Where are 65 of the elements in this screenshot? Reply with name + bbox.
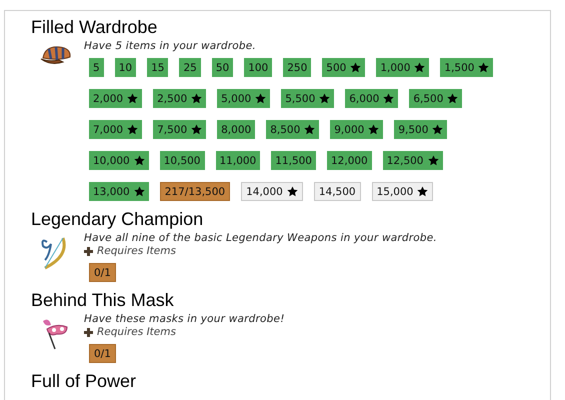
tier-badge: 12,000 <box>327 151 372 170</box>
star-icon <box>428 155 438 166</box>
star-icon <box>304 124 316 135</box>
tier-badge: 5,500 <box>281 89 334 108</box>
tier-badge: 8,000 <box>217 120 256 139</box>
tier-badge: 14,500 <box>314 182 361 201</box>
star-icon <box>447 93 458 104</box>
star-icon <box>417 186 428 197</box>
tier-badge: 12,500 <box>382 151 442 170</box>
tier-badge: 6,500 <box>409 89 462 108</box>
star-icon <box>191 124 202 135</box>
tier-badge: 10,500 <box>160 151 204 170</box>
plus-icon <box>84 247 93 256</box>
tier-badge: 5,000 <box>217 89 270 108</box>
tier-badge: 5 <box>89 58 104 77</box>
tier-badge: 2,500 <box>153 89 206 108</box>
star-icon <box>368 124 380 135</box>
tier-badge: 15 <box>147 58 168 77</box>
achievement-description: Have these masks in your wardrobe! <box>84 313 285 326</box>
achievement-title: Legendary Champion <box>31 208 204 230</box>
star-icon <box>286 186 298 197</box>
tier-badge: 9,000 <box>330 120 384 139</box>
star-icon <box>414 62 426 73</box>
tier-badge: 25 <box>179 58 201 77</box>
star-icon <box>383 93 394 104</box>
tier-badge: 13,000 <box>89 182 149 201</box>
tier-badge: 2,000 <box>89 89 142 108</box>
tier-badge: 14,000 <box>241 182 303 201</box>
tier-badge: 0/1 <box>89 344 116 363</box>
achievement-title: Behind This Mask <box>31 289 175 311</box>
achievement-title: Full of Power <box>31 370 138 392</box>
tier-badge: 6,000 <box>345 89 398 108</box>
tier-badge: 10,000 <box>89 151 149 170</box>
tier-badge: 500 <box>322 58 366 77</box>
plus-icon <box>84 328 93 337</box>
star-icon <box>127 93 138 104</box>
star-icon <box>134 186 145 197</box>
tier-badge: 217/13,500 <box>160 182 230 201</box>
tier-badge: 50 <box>212 58 234 77</box>
tier-badge: 1,000 <box>376 58 430 77</box>
tier-badge: 250 <box>283 58 312 77</box>
tier-badge: 100 <box>244 58 272 77</box>
requires-items-link[interactable]: Requires Items <box>84 326 176 339</box>
tier-badge: 10 <box>114 58 136 77</box>
achievement-description: Have all nine of the basic Legendary Weapons in your wardrobe. <box>84 232 437 245</box>
star-icon <box>432 124 444 135</box>
tier-badge: 7,500 <box>153 120 206 139</box>
star-icon <box>191 93 202 104</box>
tier-badge: 11,000 <box>216 151 260 170</box>
star-icon <box>319 93 330 104</box>
star-icon <box>478 62 490 73</box>
requires-items-link[interactable]: Requires Items <box>84 245 176 258</box>
star-icon <box>127 124 138 135</box>
tier-badge: 15,000 <box>372 182 434 201</box>
tier-badge: 9,500 <box>394 120 448 139</box>
achievement-title: Filled Wardrobe <box>31 16 158 38</box>
star-icon <box>350 62 362 73</box>
tier-badge: 11,500 <box>271 151 316 170</box>
star-icon <box>255 93 266 104</box>
tier-badge: 8,500 <box>266 120 320 139</box>
star-icon <box>134 155 145 166</box>
achievement-description: Have 5 items in your wardrobe. <box>84 40 257 53</box>
tier-badge: 0/1 <box>89 263 116 282</box>
tier-badge: 1,500 <box>440 58 494 77</box>
tier-badge: 7,000 <box>89 120 142 139</box>
